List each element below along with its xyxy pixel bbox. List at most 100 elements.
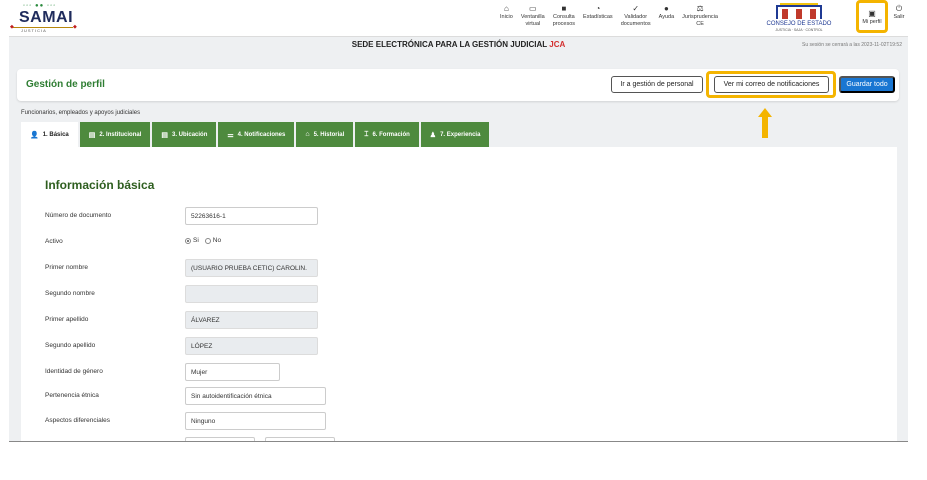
tab-icon: ⚌ xyxy=(227,131,234,139)
save-all-button[interactable]: Guardar todo xyxy=(839,76,895,93)
differential-label: Aspectos diferenciales xyxy=(45,417,111,424)
samai-logo[interactable]: ◦◦◦ ●● ◦◦◦ SAMAI JUSTICIA ◆ ◆ xyxy=(10,3,77,33)
tab-icon: ▤ xyxy=(88,131,96,139)
active-yes-label: Si xyxy=(193,237,199,244)
next-field-b[interactable] xyxy=(265,437,335,441)
gender-label: Identidad de género xyxy=(45,368,103,375)
sede-title-accent: JCA xyxy=(549,40,566,49)
power-icon: ⏻ xyxy=(895,4,903,13)
tab-label: 1. Básica xyxy=(42,131,69,138)
next-field-a[interactable] xyxy=(185,437,255,441)
differential-select[interactable]: Ninguno xyxy=(185,412,326,430)
tab-label: 2. Institucional xyxy=(99,131,142,138)
section-label: Funcionarios, empleados y apoyos judicia… xyxy=(21,110,141,116)
tab-icon: ▤ xyxy=(161,131,169,139)
tab-icon: 👤 xyxy=(30,131,39,139)
logo-left-mark: ◆ xyxy=(10,24,14,30)
ce-title: CONSEJO DE ESTADO xyxy=(766,21,832,27)
active-no-label: No xyxy=(212,237,222,244)
first-surname-field: ÁLVAREZ xyxy=(185,311,318,329)
form-title: Información básica xyxy=(45,178,155,192)
tab-label: 4. Notificaciones xyxy=(237,131,286,138)
second-surname-label: Segundo apellido xyxy=(45,342,96,349)
nav-item-1[interactable]: ▭ Ventanilla virtual xyxy=(521,3,545,35)
nav-item-3[interactable]: ◔ Estadísticas xyxy=(583,3,613,35)
tab-icon: ⌂ xyxy=(305,131,310,138)
nav-label: Inicio xyxy=(500,14,513,20)
profile-button[interactable]: ▣ Mi perfil xyxy=(856,0,888,33)
top-header: ◦◦◦ ●● ◦◦◦ SAMAI JUSTICIA ◆ ◆ ⌂ Inicio ▭ Ve… xyxy=(9,0,908,37)
tab-icon: ⌶ xyxy=(364,130,369,138)
tab-label: 5. Historial xyxy=(313,131,345,138)
view-notification-email-button[interactable]: Ver mi correo de notificaciones xyxy=(714,76,829,93)
tab-5[interactable]: ⌂ 5. Historial xyxy=(296,122,354,147)
tab-2[interactable]: ▤ 2. Institucional xyxy=(79,122,151,147)
profile-label: Mi perfil xyxy=(862,18,882,25)
radio-unchecked-icon xyxy=(204,237,211,244)
nav-label: Jurisprudencia CE xyxy=(682,14,718,27)
gender-select[interactable]: Mujer xyxy=(185,363,280,381)
consejo-de-estado-logo[interactable]: CONSEJO DE ESTADO JUSTICIA · SAJA · CONT… xyxy=(764,3,834,33)
session-expiry: Su sesión se cerrará a las 2023-11-02T19… xyxy=(802,42,902,48)
validator-icon: ✓ xyxy=(632,4,640,13)
ce-subtitle: JUSTICIA · SAJA · CONTROL xyxy=(775,28,823,32)
profile-tabs: 👤 1. Básica ▤ 2. Institucional ▤ 3. Ubicación… xyxy=(21,122,491,147)
first-surname-label: Primer apellido xyxy=(45,316,89,323)
tab-4[interactable]: ⚌ 4. Notificaciones xyxy=(218,122,295,147)
tab-label: 6. Formación xyxy=(372,131,410,138)
chart-icon: ◔ xyxy=(595,4,601,13)
nav-item-2[interactable]: ■ Consulta procesos xyxy=(553,3,575,35)
ethnicity-select[interactable]: Sin autoidentificación étnica xyxy=(185,387,326,405)
nav-item-0[interactable]: ⌂ Inicio xyxy=(500,3,513,35)
home-icon: ⌂ xyxy=(504,4,509,13)
active-no-radio[interactable]: No xyxy=(204,237,222,244)
nav-label: Estadísticas xyxy=(583,14,613,20)
ce-building-icon xyxy=(776,5,822,19)
tab-icon: ♟ xyxy=(429,131,437,139)
app-frame: ◦◦◦ ●● ◦◦◦ SAMAI JUSTICIA ◆ ◆ ⌂ Inicio ▭ Ve… xyxy=(9,0,908,442)
nav-label: Ventanilla virtual xyxy=(520,14,545,27)
sede-title-text: SEDE ELECTRÓNICA PARA LA GESTIÓN JUDICIA… xyxy=(351,40,548,49)
tab-7[interactable]: ♟ 7. Experiencia xyxy=(420,122,490,147)
tab-1[interactable]: 👤 1. Básica xyxy=(21,122,78,147)
logo-right-mark: ◆ xyxy=(73,24,77,30)
page-title: SEDE ELECTRÓNICA PARA LA GESTIÓN JUDICIA… xyxy=(9,40,908,49)
logout-button[interactable]: ⏻ Salir xyxy=(890,3,908,33)
card-title: Gestión de perfil xyxy=(26,79,105,90)
tab-label: 7. Experiencia xyxy=(440,131,481,138)
nav-item-6[interactable]: ⚖ Jurisprudencia CE xyxy=(682,3,718,35)
ventanilla-icon: ▭ xyxy=(528,4,537,13)
main-nav: ⌂ Inicio ▭ Ventanilla virtual ■ Consulta proc… xyxy=(500,3,726,35)
ethnicity-label: Pertenencia étnica xyxy=(45,392,99,399)
sede-bar: SEDE ELECTRÓNICA PARA LA GESTIÓN JUDICIA… xyxy=(9,38,908,53)
logout-label: Salir xyxy=(893,14,905,20)
first-name-label: Primer nombre xyxy=(45,264,88,271)
tab-6[interactable]: ⌶ 6. Formación xyxy=(355,122,419,147)
nav-item-4[interactable]: ✓ Validador documentos xyxy=(621,3,651,35)
second-name-label: Segundo nombre xyxy=(45,290,95,297)
folder-icon: ■ xyxy=(561,4,567,13)
balance-icon: ⚖ xyxy=(696,4,704,13)
active-label: Activo xyxy=(45,238,63,245)
document-label: Número de documento xyxy=(45,212,112,219)
first-name-field: (USUARIO PRUEBA CETIC) CAROLIN. xyxy=(185,259,318,277)
tab-3[interactable]: ▤ 3. Ubicación xyxy=(152,122,217,147)
active-radio-group: Si No xyxy=(185,237,227,244)
basic-info-panel: Información básica Número de documento 5… xyxy=(21,147,897,441)
document-field[interactable]: 52263616-1 xyxy=(185,207,318,225)
tab-label: 3. Ubicación xyxy=(172,131,208,138)
nav-label: Ayuda xyxy=(658,14,675,20)
nav-label: Consulta procesos xyxy=(552,14,576,27)
logo-sub: JUSTICIA xyxy=(21,28,47,33)
nav-label: Validador documentos xyxy=(620,14,651,27)
pointer-arrow-icon xyxy=(758,108,772,138)
active-yes-radio[interactable]: Si xyxy=(185,237,199,244)
profile-card-icon: ▣ xyxy=(868,8,876,18)
radio-checked-icon xyxy=(185,237,191,244)
logo-word: SAMAI xyxy=(19,9,74,26)
second-surname-field: LÓPEZ xyxy=(185,337,318,355)
nav-item-5[interactable]: ● Ayuda xyxy=(659,3,675,35)
go-to-personal-button[interactable]: Ir a gestión de personal xyxy=(611,76,703,93)
help-icon: ● xyxy=(663,4,669,13)
profile-header-card: Gestión de perfil Ir a gestión de person… xyxy=(17,69,899,101)
